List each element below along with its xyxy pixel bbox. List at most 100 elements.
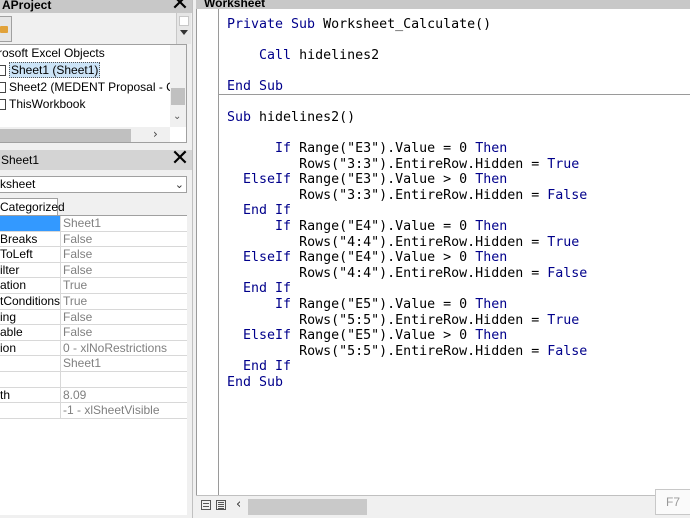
tree-item-excel-objects[interactable]: rosoft Excel Objects bbox=[0, 45, 105, 62]
code-keyword: Call bbox=[259, 48, 292, 63]
code-line[interactable]: Rows("5:5").EntireRow.Hidden = False bbox=[227, 344, 587, 360]
tree-horizontal-scroll-thumb[interactable] bbox=[0, 129, 131, 142]
code-text: Rows("4:4").EntireRow.Hidden = bbox=[299, 265, 548, 281]
property-value[interactable]: Sheet1 bbox=[63, 356, 187, 371]
chevron-down-icon[interactable] bbox=[180, 30, 188, 35]
code-keyword: End Sub bbox=[227, 375, 284, 390]
property-value[interactable] bbox=[63, 372, 187, 387]
property-value[interactable]: -1 - xlSheetVisible bbox=[63, 403, 187, 418]
object-select[interactable]: ksheet ⌄ bbox=[0, 176, 187, 193]
full-module-view-icon[interactable] bbox=[216, 500, 226, 510]
tree-vertical-scrollbar[interactable]: ⌄ bbox=[170, 45, 186, 127]
property-row[interactable]: ion 0 - xlNoRestrictions bbox=[0, 340, 187, 357]
code-keyword: Sub bbox=[227, 110, 252, 125]
property-row[interactable]: Sheet1 bbox=[0, 216, 187, 232]
code-keyword: End Sub bbox=[227, 79, 284, 94]
property-name: ToLeft bbox=[0, 247, 61, 262]
code-horizontal-bar: ‹ bbox=[196, 495, 690, 518]
code-line[interactable]: If Range("E4").Value = 0 Then bbox=[227, 219, 507, 235]
tree-vertical-scroll-thumb[interactable] bbox=[171, 88, 185, 105]
property-name: th bbox=[0, 387, 61, 403]
code-line[interactable]: End Sub bbox=[227, 79, 283, 95]
code-keyword: ElseIf bbox=[243, 172, 292, 188]
tree-item-label: Sheet2 (MEDENT Proposal - Cre bbox=[9, 80, 186, 94]
code-keyword: Then bbox=[475, 219, 508, 234]
toolbar-scroll[interactable] bbox=[176, 13, 191, 44]
margin-indicator-bar[interactable] bbox=[197, 9, 219, 495]
property-row[interactable]: ing False bbox=[0, 309, 187, 326]
property-row[interactable]: ilter False bbox=[0, 262, 187, 279]
property-value[interactable]: 8.09 bbox=[63, 388, 187, 403]
code-line[interactable]: ElseIf Range("E3").Value > 0 Then bbox=[227, 172, 507, 188]
toolbar-scroll-thumb[interactable] bbox=[179, 16, 189, 26]
tree-item-sheet1[interactable]: Sheet1 (Sheet1) bbox=[0, 62, 101, 79]
code-line[interactable]: End If bbox=[227, 359, 291, 375]
property-value[interactable]: False bbox=[63, 232, 187, 247]
code-line[interactable]: If Range("E3").Value = 0 Then bbox=[227, 141, 507, 157]
property-name: ion bbox=[0, 340, 61, 356]
code-keyword: ElseIf bbox=[243, 328, 292, 344]
close-icon: ✕ bbox=[170, 146, 190, 171]
code-line[interactable]: ElseIf Range("E5").Value > 0 Then bbox=[227, 328, 507, 344]
chevron-down-icon[interactable]: ⌄ bbox=[175, 177, 184, 192]
tab-categorized[interactable]: Categorized bbox=[0, 198, 65, 215]
property-row[interactable]: ToLeft False bbox=[0, 247, 187, 263]
project-explorer-title-text: AProject bbox=[2, 0, 52, 12]
code-line[interactable]: Rows("3:3").EntireRow.Hidden = False bbox=[227, 188, 587, 204]
code-window-title: Worksheet bbox=[196, 0, 690, 9]
code-text: Rows("3:3").EntireRow.Hidden = bbox=[299, 187, 548, 203]
code-line[interactable]: Sub hidelines2() bbox=[227, 110, 355, 126]
property-row[interactable] bbox=[0, 372, 187, 388]
property-row[interactable]: Breaks False bbox=[0, 231, 187, 248]
property-value[interactable]: True bbox=[63, 278, 187, 293]
property-name bbox=[0, 403, 61, 418]
code-text: Range("E5").Value > 0 bbox=[291, 328, 476, 344]
code-line[interactable]: Rows("4:4").EntireRow.Hidden = False bbox=[227, 266, 587, 282]
property-value[interactable]: False bbox=[63, 247, 187, 262]
property-row[interactable]: -1 - xlSheetVisible bbox=[0, 403, 187, 419]
property-row[interactable]: Sheet1 bbox=[0, 356, 187, 372]
property-value[interactable]: Sheet1 bbox=[63, 216, 187, 231]
code-line[interactable]: End Sub bbox=[227, 375, 283, 391]
code-line[interactable]: Rows("5:5").EntireRow.Hidden = True bbox=[227, 313, 579, 329]
code-line[interactable]: If Range("E5").Value = 0 Then bbox=[227, 297, 507, 313]
property-value[interactable]: False bbox=[63, 263, 187, 278]
property-name: ation bbox=[0, 278, 61, 293]
code-line[interactable]: Call hidelines2 bbox=[227, 48, 379, 64]
toggle-folders-button[interactable] bbox=[0, 16, 12, 42]
code-line[interactable]: End If bbox=[227, 281, 291, 297]
property-row[interactable]: th 8.09 bbox=[0, 387, 187, 404]
code-keyword: False bbox=[547, 265, 588, 281]
property-value[interactable]: False bbox=[63, 310, 187, 325]
tree-horizontal-scrollbar[interactable]: › bbox=[0, 127, 170, 142]
code-text: hidelines2() bbox=[251, 110, 356, 125]
chevron-down-icon[interactable]: ⌄ bbox=[173, 111, 181, 122]
code-keyword: If bbox=[275, 297, 292, 312]
property-row[interactable]: tConditionsCTrue bbox=[0, 294, 187, 310]
tree-item-sheet2[interactable]: Sheet2 (MEDENT Proposal - Cre bbox=[0, 79, 186, 96]
code-line[interactable]: Private Sub Worksheet_Calculate() bbox=[227, 17, 491, 33]
property-value[interactable]: True bbox=[63, 294, 187, 309]
project-explorer-close-button[interactable]: ✕ bbox=[170, 0, 190, 15]
code-line[interactable]: Rows("3:3").EntireRow.Hidden = True bbox=[227, 157, 579, 173]
code-line[interactable]: End If bbox=[227, 203, 291, 219]
tree-item-thisworkbook[interactable]: ThisWorkbook bbox=[0, 96, 85, 113]
property-value[interactable]: False bbox=[63, 325, 187, 340]
code-editor[interactable]: Private Sub Worksheet_Calculate() Call h… bbox=[196, 9, 690, 495]
document-icon bbox=[0, 65, 6, 76]
chevron-right-icon[interactable]: › bbox=[153, 127, 158, 141]
code-keyword: End If bbox=[243, 359, 292, 375]
chevron-left-icon[interactable]: ‹ bbox=[236, 497, 241, 512]
property-row[interactable]: ation True bbox=[0, 278, 187, 294]
property-value[interactable]: 0 - xlNoRestrictions bbox=[63, 341, 187, 356]
code-horizontal-scroll-thumb[interactable] bbox=[248, 499, 367, 515]
property-row[interactable]: able False bbox=[0, 325, 187, 341]
code-text: Range("E5").Value = 0 bbox=[291, 297, 476, 312]
procedure-view-icon[interactable] bbox=[201, 500, 211, 510]
code-line[interactable]: Rows("4:4").EntireRow.Hidden = True bbox=[227, 235, 579, 251]
object-select-value: ksheet bbox=[0, 177, 36, 191]
code-line[interactable]: ElseIf Range("E4").Value > 0 Then bbox=[227, 250, 507, 266]
property-name: ilter bbox=[0, 262, 61, 278]
properties-close-button[interactable]: ✕ bbox=[170, 146, 190, 171]
